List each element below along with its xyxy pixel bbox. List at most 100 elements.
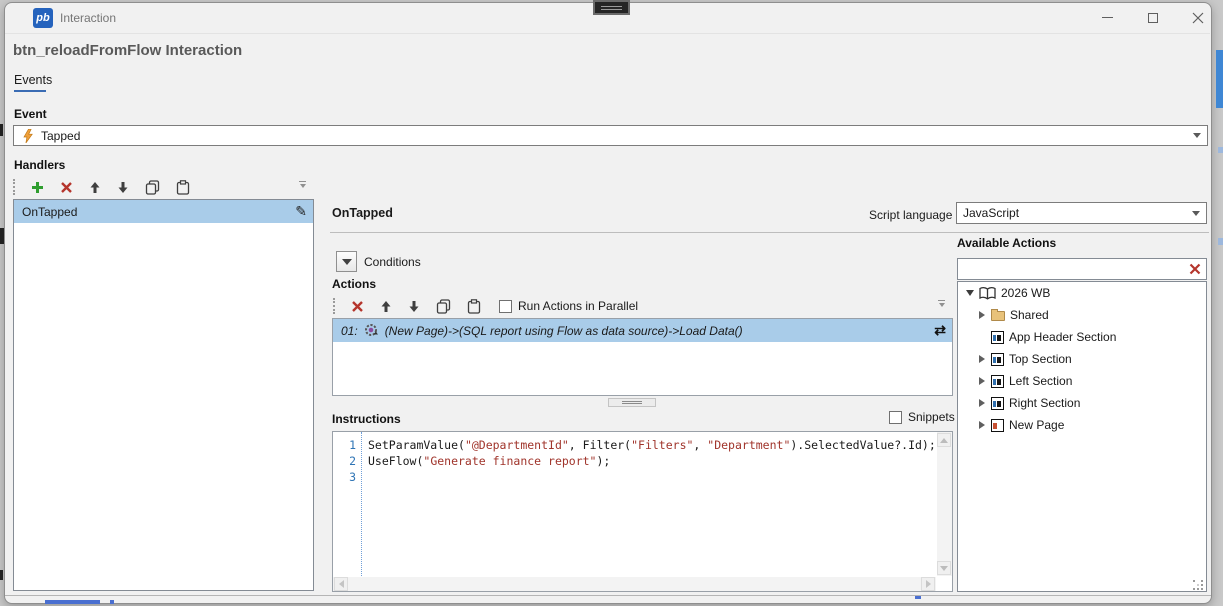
tree-expand-icon[interactable]: [978, 399, 986, 407]
toolbar-grip-icon: [333, 298, 335, 314]
code-segment: );: [596, 454, 610, 468]
background-artifact: [915, 596, 921, 599]
actions-toolbar-overflow-button[interactable]: [938, 300, 945, 307]
handlers-toolbar: [13, 177, 190, 197]
scroll-left-button[interactable]: [334, 577, 348, 591]
handler-row[interactable]: OnTapped ✎: [14, 200, 313, 223]
background-artifact: [45, 600, 100, 604]
header-separator: [330, 232, 1209, 233]
chevron-down-icon: [1193, 133, 1201, 138]
page-icon: [991, 419, 1004, 432]
scroll-right-button[interactable]: [921, 577, 935, 591]
action-row[interactable]: 01: (New Page)->(SQL report using Flow as…: [333, 319, 952, 342]
paste-action-button[interactable]: [467, 299, 481, 314]
delete-x-icon: [351, 300, 364, 313]
action-description: (New Page)->(SQL report using Flow as da…: [385, 324, 743, 338]
scroll-down-button[interactable]: [937, 561, 951, 575]
editor-horizontal-scrollbar[interactable]: [333, 577, 936, 591]
tree-expand-icon[interactable]: [978, 377, 986, 385]
search-input[interactable]: [958, 260, 1189, 278]
code-line: UseFlow("Generate finance report");: [368, 453, 928, 469]
clear-search-button[interactable]: [1189, 263, 1201, 275]
tree-item-shared[interactable]: Shared: [958, 304, 1206, 326]
tree-expand-icon[interactable]: [978, 421, 986, 429]
event-dropdown[interactable]: Tapped: [13, 125, 1208, 146]
action-index: 01:: [341, 324, 358, 338]
tree-item-new-page[interactable]: New Page: [958, 414, 1206, 436]
paste-icon: [467, 299, 481, 314]
tree-expand-icon[interactable]: [978, 355, 986, 363]
available-actions-search: [957, 258, 1207, 280]
code-segment: ).SelectedValue?.Id);: [790, 438, 935, 452]
line-number: 3: [334, 469, 356, 485]
arrow-up-icon: [89, 181, 101, 194]
run-parallel-label: Run Actions in Parallel: [518, 299, 638, 313]
conditions-expand-button[interactable]: [336, 251, 357, 272]
section-icon: [991, 331, 1004, 344]
copy-handler-button[interactable]: [145, 180, 160, 195]
paste-handler-button[interactable]: [176, 180, 190, 195]
tab-events[interactable]: Events: [14, 73, 52, 87]
delete-action-button[interactable]: [351, 300, 364, 313]
tree-item-app-header-section[interactable]: App Header Section: [958, 326, 1206, 348]
tree-item-2026-wb[interactable]: 2026 WB: [958, 282, 1206, 304]
background-artifact: [1216, 50, 1223, 108]
script-language-label: Script language: [869, 208, 952, 222]
minimize-button[interactable]: [1085, 2, 1130, 33]
splitter-handle[interactable]: [608, 398, 656, 407]
tree-expand-icon[interactable]: [978, 311, 986, 319]
plus-icon: [31, 181, 44, 194]
conditions-label: Conditions: [364, 255, 421, 269]
chevron-right-icon: [979, 311, 985, 319]
swap-arrows-icon[interactable]: ⇄: [934, 322, 946, 339]
arrow-down-icon: [940, 566, 948, 571]
scroll-up-button[interactable]: [937, 433, 951, 447]
arrow-left-icon: [339, 580, 344, 588]
move-handler-down-button[interactable]: [117, 181, 129, 194]
delete-handler-button[interactable]: [60, 181, 73, 194]
tree-item-label: 2026 WB: [1001, 286, 1050, 300]
available-actions-tree: 2026 WB SharedApp Header SectionTop Secti…: [957, 281, 1207, 592]
code-segment: "Filters": [631, 438, 693, 452]
handlers-toolbar-overflow-button[interactable]: [299, 181, 306, 188]
background-artifact: [0, 570, 3, 580]
snippets-checkbox[interactable]: [889, 411, 902, 424]
script-language-dropdown[interactable]: JavaScript: [956, 202, 1207, 224]
event-dropdown-value: Tapped: [41, 129, 1193, 143]
toolbar-grip-icon: [13, 179, 15, 195]
delete-x-icon: [60, 181, 73, 194]
editor-vertical-scrollbar[interactable]: [937, 432, 952, 576]
move-handler-up-button[interactable]: [89, 181, 101, 194]
gutter-separator: [361, 432, 362, 590]
tree-item-left-section[interactable]: Left Section: [958, 370, 1206, 392]
section-icon: [991, 375, 1004, 388]
line-number: 2: [334, 453, 356, 469]
move-action-up-button[interactable]: [380, 300, 392, 313]
code-content[interactable]: SetParamValue("@DepartmentId", Filter("F…: [368, 437, 928, 485]
run-parallel-checkbox[interactable]: [499, 300, 512, 313]
maximize-button[interactable]: [1130, 2, 1175, 33]
edit-pencil-icon[interactable]: ✎: [295, 203, 307, 220]
copy-action-button[interactable]: [436, 299, 451, 314]
tab-events-underline: [14, 90, 46, 92]
instructions-label: Instructions: [332, 412, 401, 426]
event-label: Event: [14, 107, 47, 121]
tree-item-right-section[interactable]: Right Section: [958, 392, 1206, 414]
move-action-down-button[interactable]: [408, 300, 420, 313]
handler-name: OnTapped: [22, 205, 77, 219]
tree-item-label: New Page: [1009, 418, 1064, 432]
action-method-icon: [364, 323, 379, 338]
code-segment: , Filter(: [569, 438, 631, 452]
clear-x-icon: [1189, 263, 1201, 275]
tree-item-top-section[interactable]: Top Section: [958, 348, 1206, 370]
code-segment: UseFlow(: [368, 454, 423, 468]
section-icon: [991, 353, 1004, 366]
tree-collapse-icon[interactable]: [966, 290, 974, 296]
resize-grip-icon[interactable]: [1193, 580, 1203, 590]
code-segment: ,: [693, 438, 707, 452]
close-button[interactable]: [1175, 2, 1220, 33]
screen: pb Interaction btn_reloadFromFlow Intera…: [0, 0, 1223, 606]
add-handler-button[interactable]: [31, 181, 44, 194]
handlers-list: OnTapped ✎: [13, 199, 314, 591]
code-segment: SetParamValue(: [368, 438, 465, 452]
